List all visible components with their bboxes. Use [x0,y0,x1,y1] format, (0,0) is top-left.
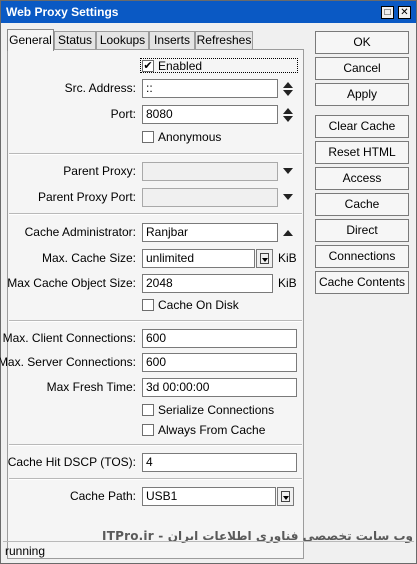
max-cache-size-unit: KiB [278,251,297,265]
max-client-connections-field[interactable]: 600 [142,329,297,348]
cache-on-disk-checkbox[interactable] [142,299,154,311]
cache-on-disk-label: Cache On Disk [158,298,239,312]
serialize-connections-checkbox[interactable] [142,404,154,416]
tab-status[interactable]: Status [54,31,96,50]
anonymous-checkbox[interactable] [142,131,154,143]
cancel-button[interactable]: Cancel [315,57,409,80]
general-panel: ✔ Enabled Src. Address: :: Port: 8080 An… [0,49,304,559]
dropdown-arrow-icon [262,258,268,262]
direct-button[interactable]: Direct [315,219,409,242]
max-cache-size-dropdown[interactable] [256,249,273,268]
port-label: Port: [110,107,136,121]
clear-cache-button[interactable]: Clear Cache [315,115,409,138]
reset-html-button[interactable]: Reset HTML [315,141,409,164]
dropdown-arrow-icon[interactable] [283,194,293,200]
connections-button[interactable]: Connections [315,245,409,268]
anonymous-label: Anonymous [158,130,222,144]
enabled-label: Enabled [158,59,203,73]
separator [9,213,302,215]
tab-inserts[interactable]: Inserts [149,31,195,50]
max-cache-object-size-unit: KiB [278,276,297,290]
max-fresh-time-field[interactable]: 3d 00:00:00 [142,378,297,397]
cache-admin-label: Cache Administrator: [24,225,136,239]
max-client-connections-label: Max. Client Connections: [2,331,136,345]
max-cache-size-field[interactable]: unlimited [142,249,255,268]
restore-button[interactable]: □ [381,6,394,19]
status-bar: running [3,541,414,560]
parent-proxy-port-label: Parent Proxy Port: [37,190,136,204]
separator [9,153,302,155]
separator [9,444,302,446]
web-proxy-settings-window: Web Proxy Settings □ ✕ General Status Lo… [0,0,417,564]
close-button[interactable]: ✕ [398,6,411,19]
separator [9,320,302,322]
cache-admin-field[interactable]: Ranjbar [142,223,278,242]
max-cache-size-label: Max. Cache Size: [41,251,136,265]
dropdown-arrow-icon [283,496,289,500]
tab-general[interactable]: General [7,29,54,51]
cache-path-dropdown[interactable] [277,487,294,506]
checkmark-icon: ✔ [143,60,153,72]
cache-path-field[interactable]: USB1 [142,487,276,506]
max-cache-object-size-label: Max Cache Object Size: [7,276,136,290]
src-address-field[interactable]: :: [142,79,278,98]
serialize-connections-label: Serialize Connections [158,403,275,417]
spin-up-icon[interactable] [283,82,293,88]
parent-proxy-label: Parent Proxy: [63,164,136,178]
parent-proxy-field[interactable] [142,162,278,181]
tab-refreshes[interactable]: Refreshes [195,31,253,50]
enabled-checkbox[interactable]: ✔ [142,60,154,72]
apply-button[interactable]: Apply [315,83,409,106]
spin-down-icon[interactable] [283,90,293,96]
src-address-label: Src. Address: [64,81,136,95]
spin-up-icon[interactable] [283,108,293,114]
dropdown-arrow-icon[interactable] [283,168,293,174]
always-from-cache-label: Always From Cache [158,423,266,437]
cache-path-label: Cache Path: [69,489,136,503]
collapse-arrow-icon[interactable] [283,230,293,236]
max-server-connections-field[interactable]: 600 [142,353,297,372]
spin-down-icon[interactable] [283,116,293,122]
parent-proxy-port-field[interactable] [142,188,278,207]
always-from-cache-checkbox[interactable] [142,424,154,436]
port-field[interactable]: 8080 [142,105,278,124]
max-server-connections-label: Max. Server Connections: [0,355,136,369]
max-fresh-time-label: Max Fresh Time: [46,380,136,394]
title-bar[interactable]: Web Proxy Settings □ ✕ [1,1,416,23]
status-text: running [5,544,46,558]
access-button[interactable]: Access [315,167,409,190]
max-cache-object-size-field[interactable]: 2048 [142,274,273,293]
cache-button[interactable]: Cache [315,193,409,216]
cache-hit-dscp-field[interactable]: 4 [142,453,297,472]
ok-button[interactable]: OK [315,31,409,54]
window-title: Web Proxy Settings [6,5,119,19]
separator [9,478,302,480]
tab-lookups[interactable]: Lookups [96,31,149,50]
cache-contents-button[interactable]: Cache Contents [315,271,409,294]
cache-hit-dscp-label: Cache Hit DSCP (TOS): [7,455,136,469]
